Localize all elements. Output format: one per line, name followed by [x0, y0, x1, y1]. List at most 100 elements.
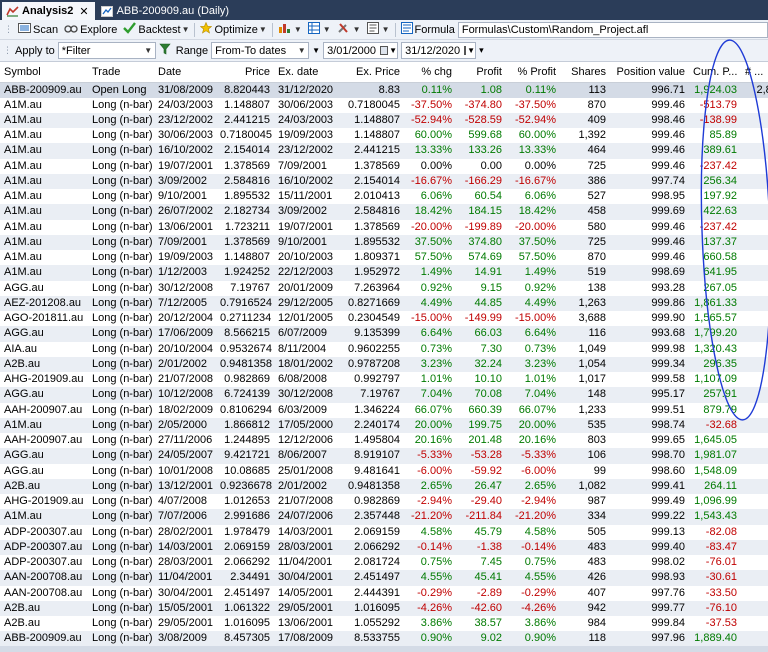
report-button[interactable]: ▼: [364, 21, 393, 39]
table-row[interactable]: A1M.au Long (n-bar) 9/10/2001 1.895532 15/11…: [0, 189, 768, 204]
table-row[interactable]: A2B.au Long (n-bar) 29/05/2001 1.016095 13/0…: [0, 616, 768, 631]
dropdown-icon[interactable]: ▼: [312, 46, 320, 55]
table-row[interactable]: ADP-200307.au Long (n-bar) 14/03/2001 2.069…: [0, 539, 768, 555]
column-header[interactable]: Profit: [456, 62, 506, 83]
optimize-button[interactable]: Optimize ▼: [197, 21, 269, 39]
table-row[interactable]: A1M.au Long (n-bar) 7/09/2001 1.378569 9/10/…: [0, 234, 768, 250]
table-row[interactable]: AGG.au Long (n-bar) 10/12/2008 6.724139 30/1…: [0, 387, 768, 403]
table-row[interactable]: AHG-201909.au Long (n-bar) 4/07/2008 1.0126…: [0, 494, 768, 509]
range-select[interactable]: From-To dates ▼: [211, 42, 310, 59]
table-row[interactable]: AIA.au Long (n-bar) 20/10/2004 0.9532674 8/1…: [0, 342, 768, 357]
settings-button[interactable]: ▼: [334, 21, 364, 39]
column-header[interactable]: Cum. P...: [689, 62, 741, 83]
to-date-field[interactable]: 31/12/2020 ▼: [401, 42, 477, 59]
horizontal-scrollbar[interactable]: [0, 646, 768, 652]
table-row[interactable]: A1M.au Long (n-bar) 1/12/2003 1.924252 22/12…: [0, 265, 768, 281]
table-cell: 7/12/2005: [154, 295, 216, 311]
table-cell: 23/12/2002: [274, 143, 340, 159]
column-header[interactable]: Trade: [88, 62, 154, 83]
table-row[interactable]: A2B.au Long (n-bar) 15/05/2001 1.061322 29/0…: [0, 600, 768, 616]
table-row[interactable]: AGG.au Long (n-bar) 30/12/2008 7.19767 20/01…: [0, 281, 768, 296]
column-header[interactable]: Date: [154, 62, 216, 83]
table-cell: 44.85: [456, 295, 506, 311]
table-row[interactable]: A1M.au Long (n-bar) 30/06/2003 0.7180045 19/…: [0, 128, 768, 143]
table-cell: 12: [741, 478, 768, 494]
report-charts-button[interactable]: ▼: [275, 21, 305, 39]
table-cell: 6.64%: [404, 326, 456, 342]
explore-button[interactable]: Explore: [61, 21, 120, 39]
tab-analysis2[interactable]: Analysis2 ✕: [2, 2, 95, 20]
column-header[interactable]: Ex. date: [274, 62, 340, 83]
table-cell: AEZ-201208.au: [0, 295, 88, 311]
table-row[interactable]: A2B.au Long (n-bar) 2/01/2002 0.9481358 18/0…: [0, 356, 768, 372]
chevron-down-icon[interactable]: ▼: [294, 25, 302, 34]
table-cell: 1,889.40: [689, 631, 741, 647]
chevron-down-icon[interactable]: ▼: [182, 25, 190, 34]
table-row[interactable]: ABB-200909.au Long (n-bar) 3/08/2009 8.4573…: [0, 631, 768, 647]
table-row[interactable]: AGG.au Long (n-bar) 17/06/2009 8.566215 6/07…: [0, 326, 768, 342]
table-cell: 62: [741, 112, 768, 128]
table-cell: 409: [560, 112, 610, 128]
table-row[interactable]: A1M.au Long (n-bar) 26/07/2002 2.182734 3/09…: [0, 204, 768, 220]
layout-button[interactable]: ▼: [305, 21, 334, 39]
column-header[interactable]: % chg: [404, 62, 456, 83]
column-header[interactable]: Price: [216, 62, 274, 83]
table-cell: A2B.au: [0, 600, 88, 616]
table-cell: 184.15: [456, 204, 506, 220]
chevron-down-icon[interactable]: ▼: [382, 25, 390, 34]
column-header[interactable]: Position value: [610, 62, 689, 83]
table-row[interactable]: AGG.au Long (n-bar) 24/05/2007 9.421721 8/06…: [0, 448, 768, 464]
apply-to-select[interactable]: *Filter ▼: [57, 42, 156, 59]
table-row[interactable]: ABB-200909.au Open Long 31/08/2009 8.820443…: [0, 82, 768, 98]
table-cell: 66.07%: [414, 403, 452, 416]
table-row[interactable]: A1M.au Long (n-bar) 16/10/2002 2.154014 23/1…: [0, 143, 768, 159]
table-cell: 0.00: [480, 159, 502, 172]
column-header[interactable]: % Profit: [506, 62, 560, 83]
table-row[interactable]: ADP-200307.au Long (n-bar) 28/02/2001 1.978…: [0, 525, 768, 540]
table-body: ABB-200909.au Open Long 31/08/2009 8.820443…: [0, 82, 768, 652]
table-cell: 70.08: [456, 387, 506, 403]
table-row[interactable]: A1M.au Long (n-bar) 2/05/2000 1.866812 17/05…: [0, 417, 768, 433]
calendar-icon[interactable]: [464, 46, 467, 55]
table-row[interactable]: A1M.au Long (n-bar) 3/09/2002 2.584816 16/10…: [0, 173, 768, 189]
calendar-icon[interactable]: [380, 46, 389, 55]
chevron-down-icon[interactable]: ▼: [323, 25, 331, 34]
table-row[interactable]: A2B.au Long (n-bar) 13/12/2001 0.9236678 2/0…: [0, 478, 768, 494]
table-cell: 17/05/2000: [274, 417, 340, 433]
tab-abb-chart[interactable]: ABB-200909.au (Daily): [97, 2, 236, 20]
column-header[interactable]: Symbol: [0, 62, 88, 83]
formula-path-field[interactable]: Formulas\Custom\Random_Project.afl: [457, 21, 768, 38]
table-row[interactable]: AAH-200907.au Long (n-bar) 18/02/2009 0.810…: [0, 403, 768, 418]
table-row[interactable]: AAH-200907.au Long (n-bar) 27/11/2006 1.244…: [0, 433, 768, 448]
close-icon[interactable]: ✕: [79, 5, 88, 18]
column-header-sorted[interactable]: # ... ⬊: [741, 62, 768, 83]
table-row[interactable]: AEZ-201208.au Long (n-bar) 7/12/2005 0.7916…: [0, 295, 768, 311]
table-row[interactable]: A1M.au Long (n-bar) 24/03/2003 1.148807 30/0…: [0, 98, 768, 113]
table-cell: 0.00%: [420, 159, 452, 172]
column-header[interactable]: Ex. Price: [340, 62, 404, 83]
backtest-button[interactable]: Backtest ▼: [120, 21, 192, 39]
overflow-icon[interactable]: ▾: [479, 45, 484, 56]
scan-button[interactable]: Scan: [15, 21, 61, 39]
table-row[interactable]: ADP-200307.au Long (n-bar) 28/03/2001 2.066…: [0, 555, 768, 570]
table-cell: 6/07/2009: [274, 326, 340, 342]
document-tab-bar: Analysis2 ✕ ABB-200909.au (Daily): [0, 0, 768, 20]
table-cell: A1M.au: [0, 112, 88, 128]
chevron-down-icon[interactable]: ▼: [353, 25, 361, 34]
table-row[interactable]: AAN-200708.au Long (n-bar) 30/04/2001 2.451…: [0, 586, 768, 601]
table-row[interactable]: AHG-201909.au Long (n-bar) 21/07/2008 0.982…: [0, 372, 768, 387]
table-cell: 24/03/2003: [158, 98, 214, 111]
chevron-down-icon[interactable]: ▼: [259, 25, 267, 34]
table-row[interactable]: AGG.au Long (n-bar) 10/01/2008 10.08685 25/0…: [0, 464, 768, 479]
table-row[interactable]: A1M.au Long (n-bar) 13/06/2001 1.723211 19/0…: [0, 220, 768, 235]
table-row[interactable]: AGO-201811.au Long (n-bar) 20/12/2004 0.271…: [0, 311, 768, 326]
column-header[interactable]: Shares: [560, 62, 610, 83]
filter-icon[interactable]: [159, 43, 171, 58]
table-row[interactable]: A1M.au Long (n-bar) 19/09/2003 1.148807 20/1…: [0, 250, 768, 265]
table-row[interactable]: A1M.au Long (n-bar) 23/12/2002 2.441215 24/0…: [0, 112, 768, 128]
table-cell: 9.481641: [354, 464, 400, 477]
from-date-field[interactable]: 3/01/2000 ▼: [323, 42, 399, 59]
table-row[interactable]: AAN-200708.au Long (n-bar) 11/04/2001 2.344…: [0, 570, 768, 586]
table-row[interactable]: A1M.au Long (n-bar) 7/07/2006 2.991686 24/07…: [0, 509, 768, 525]
table-row[interactable]: A1M.au Long (n-bar) 19/07/2001 1.378569 7/09…: [0, 159, 768, 174]
